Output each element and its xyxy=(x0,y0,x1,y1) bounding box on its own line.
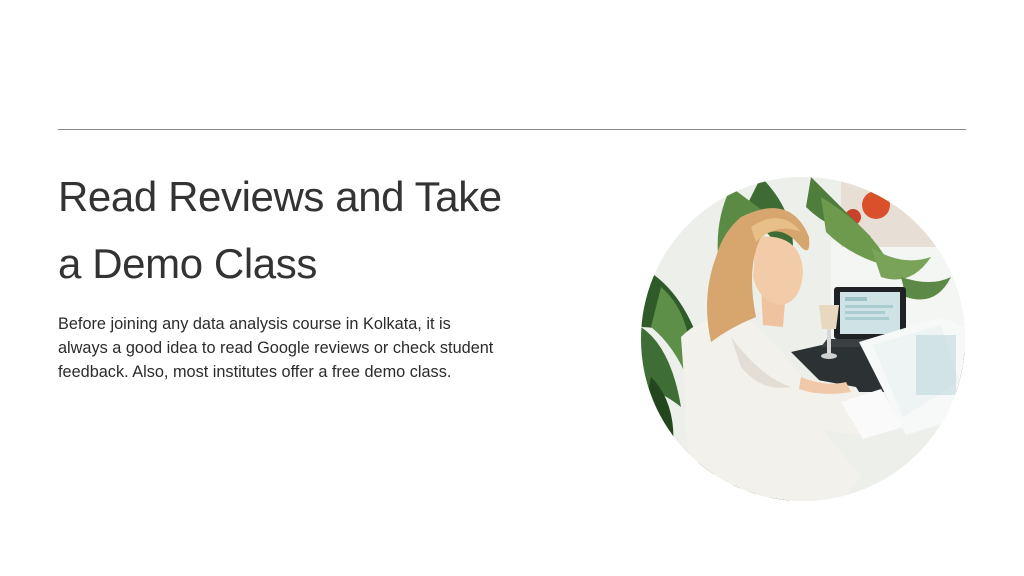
slide-title: Read Reviews and Take a Demo Class xyxy=(58,173,502,287)
slide-body-text: Before joining any data analysis course … xyxy=(58,315,494,381)
slide: Read Reviews and Take a Demo Class Befor… xyxy=(0,0,1024,576)
photo-illustration xyxy=(641,177,965,501)
horizontal-divider xyxy=(58,129,966,130)
circular-photo xyxy=(641,177,965,501)
